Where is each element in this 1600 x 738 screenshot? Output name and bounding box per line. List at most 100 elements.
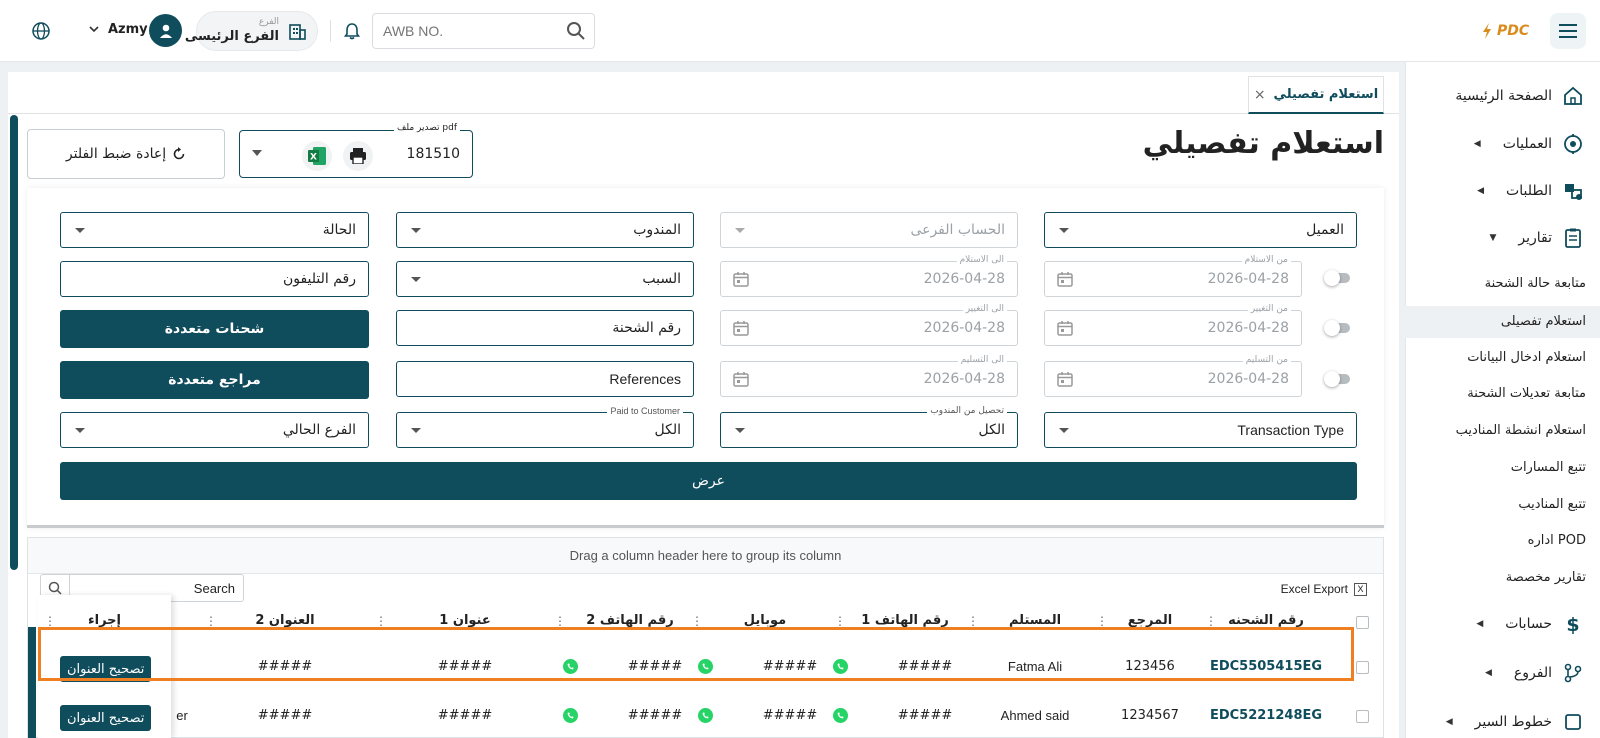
- dropdown-caret-icon: [735, 228, 745, 233]
- customer-select[interactable]: العميل: [1044, 212, 1357, 248]
- sidebar-item-operations[interactable]: ◀ العمليات: [1474, 130, 1584, 158]
- sidebar-item-branches[interactable]: ◀ الفروع: [1485, 659, 1584, 687]
- close-icon[interactable]: ×: [1254, 87, 1266, 103]
- address2-cell: #####: [257, 708, 313, 723]
- print-button[interactable]: [343, 141, 373, 171]
- status-select[interactable]: الحالة: [60, 212, 369, 248]
- receive-date-toggle[interactable]: [1324, 270, 1350, 286]
- menu-button[interactable]: [1550, 13, 1586, 49]
- tabs-underline: [8, 113, 1399, 114]
- dropdown-caret-icon: [75, 428, 85, 433]
- sidebar-subitem-shipment-status[interactable]: متابعة حالة الشحنة: [1485, 276, 1586, 291]
- courier-collection-select[interactable]: تحصيل من المندوب الكل: [720, 406, 1018, 448]
- calendar-icon[interactable]: [1057, 320, 1073, 336]
- calendar-icon[interactable]: [733, 371, 749, 387]
- column-menu-icon[interactable]: ⋮: [554, 614, 566, 628]
- username[interactable]: Azmy: [108, 22, 148, 37]
- sidebar-item-accounts[interactable]: ◀ حسابات $: [1476, 610, 1584, 638]
- phone-input[interactable]: رقم التليفون: [60, 261, 369, 297]
- hamburger-icon: [1559, 24, 1577, 38]
- column-menu-icon[interactable]: ⋮: [1096, 614, 1108, 628]
- calendar-icon[interactable]: [1057, 371, 1073, 387]
- calendar-icon[interactable]: [733, 320, 749, 336]
- show-button[interactable]: عرض: [60, 462, 1357, 500]
- column-menu-icon[interactable]: ⋮: [1205, 614, 1217, 628]
- clipboard-icon: [1565, 228, 1581, 248]
- sidebar-subitem-pod[interactable]: اداره POD: [1528, 533, 1586, 548]
- sidebar-item-home[interactable]: الصفحة الرئيسية: [1455, 82, 1584, 110]
- sidebar-subitem-detailed-inquiry[interactable]: استعلام تفصيلى: [1405, 306, 1600, 338]
- dropdown-caret-icon[interactable]: [252, 150, 262, 156]
- language-button[interactable]: [28, 18, 54, 44]
- row-checkbox[interactable]: [1356, 661, 1369, 674]
- column-menu-icon[interactable]: ⋮: [205, 614, 217, 628]
- paid-to-customer-select[interactable]: Paid to Customer الكل: [396, 406, 694, 448]
- notifications-button[interactable]: [338, 17, 366, 45]
- tab-detailed-inquiry[interactable]: × استعلام تفصيلي: [1248, 76, 1384, 114]
- group-panel[interactable]: Drag a column header here to group its c…: [28, 538, 1383, 574]
- branch-label: الفرع: [258, 17, 279, 27]
- chevron-down-icon[interactable]: [88, 24, 100, 34]
- field-legend: تحصيل من المندوب: [927, 406, 1007, 416]
- calendar-icon[interactable]: [733, 271, 749, 287]
- transaction-type-select[interactable]: Transaction Type: [1044, 412, 1357, 448]
- sidebar-subitem-data-entry-inquiry[interactable]: استعلام ادخال البيانات: [1467, 350, 1586, 365]
- change-date-toggle[interactable]: [1324, 320, 1350, 336]
- fix-address-button[interactable]: تصحيح العنوان: [60, 705, 152, 731]
- whatsapp-icon[interactable]: [562, 707, 579, 724]
- scrollbar[interactable]: [10, 115, 18, 570]
- references-input[interactable]: References: [396, 361, 694, 397]
- column-menu-icon[interactable]: ⋮: [44, 614, 56, 628]
- awb-search-input[interactable]: [383, 14, 553, 48]
- scrollbar-grid[interactable]: [28, 627, 36, 738]
- branch-selector[interactable]: الفرع الفرع الرئيسى: [185, 11, 318, 51]
- column-menu-icon[interactable]: ⋮: [967, 614, 979, 628]
- caret-left-icon: ◀: [1485, 668, 1492, 678]
- reset-filter-button[interactable]: إعادة ضبط الفلتر: [27, 129, 225, 179]
- globe-icon: [32, 22, 50, 40]
- from-delivery-date[interactable]: من التسليم 2026-04-28: [1044, 355, 1302, 397]
- sidebar-item-routes[interactable]: ◀ خطوط السير: [1446, 708, 1584, 736]
- field-value: الحساب الفرعى: [910, 222, 1005, 238]
- to-change-date[interactable]: الى التغيير 2026-04-28: [720, 304, 1018, 346]
- whatsapp-icon[interactable]: [697, 707, 714, 724]
- sidebar-subitem-route-tracking[interactable]: تتبع المسارات: [1511, 460, 1586, 475]
- sidebar-subitem-courier-activities[interactable]: استعلام انشطة المناديب: [1456, 423, 1586, 438]
- courier-select[interactable]: المندوب: [396, 212, 694, 248]
- reset-label: إعادة ضبط الفلتر: [65, 146, 167, 162]
- avatar[interactable]: [149, 14, 182, 47]
- field-legend: الى التغيير: [962, 304, 1007, 314]
- to-receive-date[interactable]: الى الاستلام 2026-04-28: [720, 255, 1018, 297]
- from-change-date[interactable]: من التغيير 2026-04-28: [1044, 304, 1302, 346]
- awb-search[interactable]: [372, 13, 595, 49]
- dropdown-caret-icon: [411, 228, 421, 233]
- select-all-checkbox[interactable]: [1356, 616, 1369, 629]
- multi-references-button[interactable]: مراجع متعددة: [60, 361, 369, 399]
- calendar-icon[interactable]: [1057, 271, 1073, 287]
- column-menu-icon[interactable]: ⋮: [834, 614, 846, 628]
- delivery-date-toggle[interactable]: [1324, 371, 1350, 387]
- export-control: تصدير ملف pdf 181510 X: [239, 123, 473, 178]
- sidebar-subitem-courier-tracking[interactable]: تتبع المناديب: [1518, 497, 1586, 512]
- whatsapp-icon[interactable]: [832, 707, 849, 724]
- search-icon[interactable]: [566, 21, 586, 41]
- sidebar-item-reports[interactable]: ▼ تقارير: [1489, 224, 1584, 252]
- row-checkbox[interactable]: [1356, 710, 1369, 723]
- column-menu-icon[interactable]: ⋮: [375, 614, 387, 628]
- awb-link[interactable]: EDC5221248EG: [1206, 708, 1326, 723]
- sidebar-item-orders[interactable]: ◀ الطلبات: [1477, 177, 1584, 205]
- caret-left-icon: ◀: [1476, 619, 1484, 629]
- caret-down-icon: ▼: [1489, 233, 1497, 243]
- awb-input[interactable]: رقم الشحنة: [396, 310, 694, 346]
- sidebar-subitem-custom-reports[interactable]: تقارير مخصصة: [1506, 570, 1586, 585]
- multi-shipments-button[interactable]: شحنات متعددة: [60, 310, 369, 348]
- excel-button[interactable]: X: [302, 141, 332, 171]
- reason-select[interactable]: السبب: [396, 261, 694, 297]
- home-icon: [1564, 86, 1582, 105]
- from-receive-date[interactable]: من الاستلام 2026-04-28: [1044, 255, 1302, 297]
- to-delivery-date[interactable]: الى التسليم 2026-04-28: [720, 355, 1018, 397]
- current-branch-select[interactable]: الفرع الحالي: [60, 412, 369, 448]
- sidebar-subitem-shipment-edits[interactable]: متابعة تعديلات الشحنة: [1467, 386, 1586, 401]
- excel-export-button[interactable]: Excel Export X: [1281, 582, 1367, 596]
- field-value: رقم الشحنة: [612, 320, 681, 336]
